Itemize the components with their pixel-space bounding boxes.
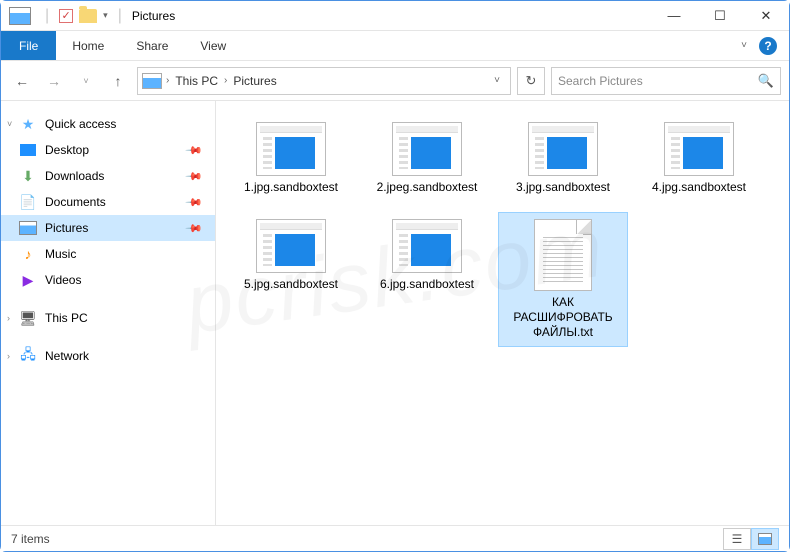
sidebar-item-label: Desktop — [45, 143, 89, 157]
qat-dropdown-icon[interactable]: ▾ — [103, 10, 108, 21]
file-name-label: 6.jpg.sandboxtest — [380, 277, 474, 292]
file-item[interactable]: КАК РАСШИФРОВАТЬ ФАЙЛЫ.txt — [498, 212, 628, 347]
sidebar-network[interactable]: › 🖧 Network — [1, 343, 215, 369]
title-bar: | ✓ ▾ | Pictures — ☐ ✕ — [1, 1, 789, 31]
sidebar-this-pc[interactable]: › 🖥 This PC — [1, 305, 215, 331]
details-view-button[interactable]: ☰ — [723, 528, 751, 550]
ribbon-collapse-icon[interactable]: ˅ — [741, 40, 747, 51]
sidebar-item-label: This PC — [45, 311, 88, 325]
search-input[interactable] — [558, 74, 752, 88]
file-item[interactable]: 6.jpg.sandboxtest — [362, 212, 492, 347]
pin-icon: 📌 — [185, 219, 204, 238]
explorer-icon — [9, 7, 31, 25]
image-thumbnail-icon — [256, 219, 326, 273]
sidebar-item-pictures[interactable]: Pictures 📌 — [1, 215, 215, 241]
navigation-bar: ← → ˅ ↑ › This PC › Pictures ˅ ↻ 🔍 — [1, 61, 789, 101]
main-area: ˅ ★ Quick access Desktop 📌 ⬇ Downloads 📌… — [1, 101, 789, 531]
location-icon — [142, 73, 162, 89]
file-tab[interactable]: File — [1, 31, 56, 60]
file-item[interactable]: 3.jpg.sandboxtest — [498, 115, 628, 202]
ribbon-tabs: File Home Share View ˅ ? — [1, 31, 789, 61]
file-name-label: 5.jpg.sandboxtest — [244, 277, 338, 292]
sidebar-item-label: Pictures — [45, 221, 88, 235]
downloads-icon: ⬇ — [19, 168, 37, 184]
file-item[interactable]: 5.jpg.sandboxtest — [226, 212, 356, 347]
tab-view[interactable]: View — [184, 31, 242, 60]
text-file-icon — [534, 219, 592, 291]
recent-locations-dropdown[interactable]: ˅ — [73, 68, 99, 94]
sidebar-quick-access[interactable]: ˅ ★ Quick access — [1, 111, 215, 137]
file-name-label: 1.jpg.sandboxtest — [244, 180, 338, 195]
file-list[interactable]: 1.jpg.sandboxtest 2.jpeg.sandboxtest 3.jpg… — [216, 101, 789, 531]
navigation-pane: ˅ ★ Quick access Desktop 📌 ⬇ Downloads 📌… — [1, 101, 216, 531]
pc-icon: 🖥 — [19, 310, 37, 326]
file-item[interactable]: 2.jpeg.sandboxtest — [362, 115, 492, 202]
file-name-label: 4.jpg.sandboxtest — [652, 180, 746, 195]
sidebar-item-label: Documents — [45, 195, 106, 209]
file-item[interactable]: 1.jpg.sandboxtest — [226, 115, 356, 202]
desktop-icon — [19, 142, 37, 158]
forward-button[interactable]: → — [41, 68, 67, 94]
pin-icon: 📌 — [185, 193, 204, 212]
file-name-label: КАК РАСШИФРОВАТЬ ФАЙЛЫ.txt — [503, 295, 623, 340]
sidebar-item-label: Network — [45, 349, 89, 363]
tab-share[interactable]: Share — [120, 31, 184, 60]
music-icon: ♪ — [19, 246, 37, 262]
maximize-button[interactable]: ☐ — [697, 1, 743, 31]
sidebar-item-label: Quick access — [45, 117, 116, 131]
search-icon[interactable]: 🔍 — [758, 73, 774, 89]
up-button[interactable]: ↑ — [105, 68, 131, 94]
sidebar-item-documents[interactable]: 📄 Documents 📌 — [1, 189, 215, 215]
expand-icon[interactable]: › — [7, 313, 10, 323]
sidebar-item-videos[interactable]: ▶ Videos — [1, 267, 215, 293]
pictures-icon — [19, 220, 37, 236]
expand-icon[interactable]: ˅ — [7, 119, 12, 129]
item-count: 7 items — [11, 532, 50, 546]
star-icon: ★ — [19, 116, 37, 132]
breadcrumb-current[interactable]: Pictures — [231, 74, 278, 88]
image-thumbnail-icon — [256, 122, 326, 176]
documents-icon: 📄 — [19, 194, 37, 210]
network-icon: 🖧 — [19, 348, 37, 364]
separator: | — [45, 7, 49, 25]
thumbnails-view-button[interactable] — [751, 528, 779, 550]
pin-icon: 📌 — [185, 167, 204, 186]
properties-qat-icon[interactable]: ✓ — [59, 9, 73, 23]
minimize-button[interactable]: — — [651, 1, 697, 31]
address-bar[interactable]: › This PC › Pictures ˅ — [137, 67, 511, 95]
new-folder-qat-icon[interactable] — [79, 9, 97, 23]
tab-home[interactable]: Home — [56, 31, 120, 60]
image-thumbnail-icon — [664, 122, 734, 176]
sidebar-item-label: Music — [45, 247, 76, 261]
image-thumbnail-icon — [528, 122, 598, 176]
sidebar-item-label: Downloads — [45, 169, 104, 183]
chevron-right-icon[interactable]: › — [166, 75, 169, 86]
back-button[interactable]: ← — [9, 68, 35, 94]
breadcrumb-root[interactable]: This PC — [173, 74, 220, 88]
file-item[interactable]: 4.jpg.sandboxtest — [634, 115, 764, 202]
sidebar-item-label: Videos — [45, 273, 81, 287]
image-thumbnail-icon — [392, 219, 462, 273]
sidebar-item-desktop[interactable]: Desktop 📌 — [1, 137, 215, 163]
file-name-label: 3.jpg.sandboxtest — [516, 180, 610, 195]
sidebar-item-downloads[interactable]: ⬇ Downloads 📌 — [1, 163, 215, 189]
window-title: Pictures — [132, 9, 175, 23]
help-icon[interactable]: ? — [759, 37, 777, 55]
pin-icon: 📌 — [185, 141, 204, 160]
videos-icon: ▶ — [19, 272, 37, 288]
chevron-right-icon[interactable]: › — [224, 75, 227, 86]
address-dropdown-icon[interactable]: ˅ — [488, 75, 506, 86]
window-controls: — ☐ ✕ — [651, 1, 789, 31]
separator: | — [118, 7, 122, 25]
file-name-label: 2.jpeg.sandboxtest — [377, 180, 478, 195]
refresh-button[interactable]: ↻ — [517, 67, 545, 95]
close-button[interactable]: ✕ — [743, 1, 789, 31]
status-bar: 7 items ☰ — [1, 525, 789, 551]
image-thumbnail-icon — [392, 122, 462, 176]
search-box[interactable]: 🔍 — [551, 67, 781, 95]
quick-access-toolbar: | ✓ ▾ | — [41, 7, 126, 25]
sidebar-item-music[interactable]: ♪ Music — [1, 241, 215, 267]
expand-icon[interactable]: › — [7, 351, 10, 361]
